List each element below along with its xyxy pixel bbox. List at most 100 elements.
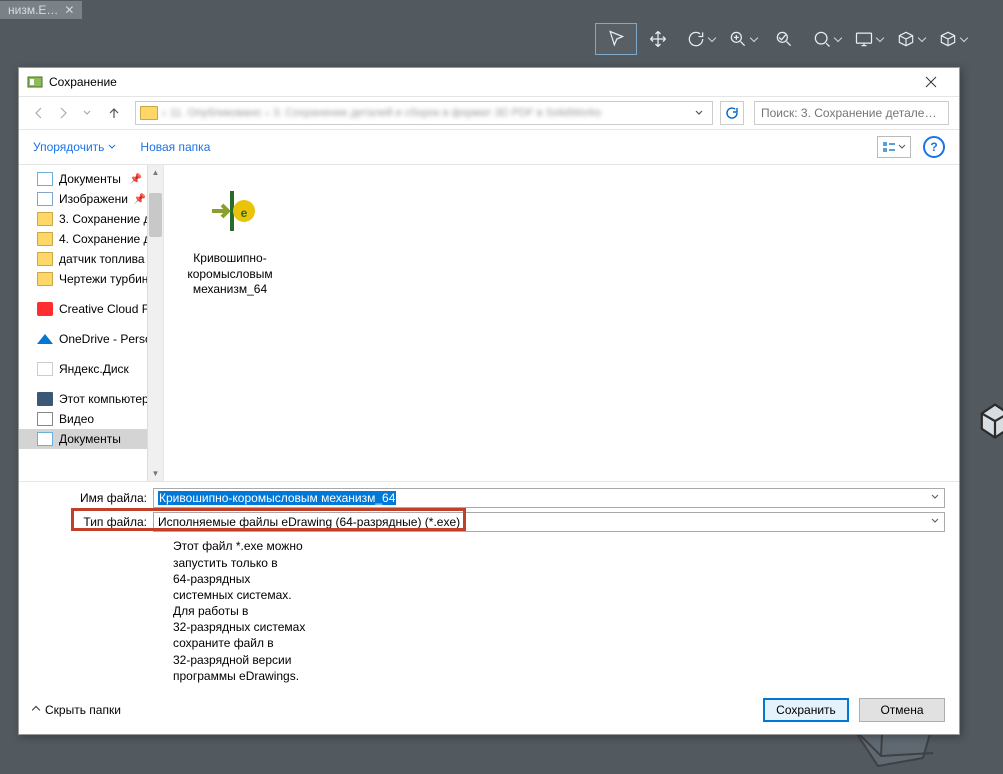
tree-item[interactable]: датчик топлива bbox=[19, 249, 149, 269]
back-button[interactable] bbox=[29, 103, 49, 123]
arrow-up-icon bbox=[107, 106, 121, 120]
monitor-icon bbox=[854, 29, 874, 49]
filetype-select[interactable]: Исполняемые файлы eDrawing (64-разрядные… bbox=[153, 512, 945, 532]
app-icon bbox=[27, 74, 43, 90]
tree-item-label: OneDrive - Persor bbox=[59, 332, 149, 346]
cancel-button[interactable]: Отмена bbox=[859, 698, 945, 722]
pan-tool-button[interactable] bbox=[637, 23, 679, 55]
chevron-down-icon bbox=[82, 108, 92, 118]
chevron-down-icon[interactable] bbox=[930, 491, 940, 505]
save-label: Сохранить bbox=[776, 703, 836, 717]
tree-item-label: 4. Сохранение д bbox=[59, 232, 149, 246]
search-field[interactable] bbox=[761, 106, 942, 120]
scroll-down-button[interactable]: ▼ bbox=[148, 466, 163, 481]
tree-item-label: Чертежи турбин bbox=[59, 272, 148, 286]
breadcrumb[interactable]: › 11. Опубликовано › 3. Сохранение детал… bbox=[135, 101, 713, 125]
tree-item[interactable]: Документы 📌 bbox=[19, 169, 149, 189]
tree-item[interactable]: Яндекс.Диск bbox=[19, 359, 149, 379]
zoom-fit-button[interactable] bbox=[763, 23, 805, 55]
document-tab-label: низм.Е… bbox=[8, 3, 58, 17]
hide-folders-label: Скрыть папки bbox=[45, 703, 121, 717]
save-button[interactable]: Сохранить bbox=[763, 698, 849, 722]
cube-wire-icon bbox=[938, 29, 958, 49]
history-dropdown[interactable] bbox=[77, 103, 97, 123]
title-bar: Сохранение bbox=[19, 68, 959, 96]
close-icon[interactable]: ✕ bbox=[64, 3, 74, 17]
body-split: ▲ ▼ Документы 📌 Изображени📌 3. Сохранение д… bbox=[19, 164, 959, 481]
view-icon bbox=[882, 141, 896, 153]
tree-item-label: Изображени bbox=[59, 192, 128, 206]
view-orientation-button[interactable] bbox=[931, 23, 973, 55]
footer: Имя файла: Кривошипно-коромысловым механ… bbox=[19, 481, 959, 734]
new-folder-button[interactable]: Новая папка bbox=[140, 140, 210, 154]
tree-item[interactable]: Видео bbox=[19, 409, 149, 429]
chevron-down-icon bbox=[108, 143, 116, 151]
section-view-button[interactable] bbox=[889, 23, 931, 55]
zoom-window-button[interactable] bbox=[805, 23, 847, 55]
forward-button[interactable] bbox=[53, 103, 73, 123]
save-dialog: Сохранение › 11. Опубликовано › 3. Сохра… bbox=[18, 67, 960, 735]
file-item[interactable]: e Кривошипно-коромысловым механизм_64 bbox=[180, 175, 280, 298]
arrow-left-icon bbox=[32, 106, 46, 120]
breadcrumb-dropdown[interactable] bbox=[690, 108, 708, 118]
tree-item[interactable]: Изображени📌 bbox=[19, 189, 149, 209]
command-row: Упорядочить Новая папка ? bbox=[19, 130, 959, 164]
chevron-up-icon bbox=[32, 706, 40, 714]
filename-input[interactable]: Кривошипно-коромысловым механизм_64 bbox=[153, 488, 945, 508]
scrollbar-thumb[interactable] bbox=[149, 193, 162, 237]
magnifier-plus-icon bbox=[728, 29, 748, 49]
move-icon bbox=[648, 29, 668, 49]
rotate-tool-button[interactable] bbox=[679, 23, 721, 55]
box-cut-icon bbox=[896, 29, 916, 49]
filename-row: Имя файла: Кривошипно-коромысловым механ… bbox=[33, 488, 945, 508]
tree-item-label: Creative Cloud Fil bbox=[59, 302, 149, 316]
view-mode-button[interactable] bbox=[877, 136, 911, 158]
tree-item-label: датчик топлива bbox=[59, 252, 145, 266]
tree-item[interactable]: Чертежи турбин bbox=[19, 269, 149, 289]
button-row: Скрыть папки Сохранить Отмена bbox=[33, 692, 945, 722]
tree-item[interactable]: Этот компьютер bbox=[19, 389, 149, 409]
help-label: ? bbox=[930, 140, 937, 154]
tree-item-label: Этот компьютер bbox=[59, 392, 149, 406]
refresh-button[interactable] bbox=[720, 101, 744, 125]
filename-label: Имя файла: bbox=[33, 491, 147, 505]
chevron-down-icon[interactable] bbox=[930, 515, 940, 529]
magnifier-fit-icon bbox=[774, 29, 794, 49]
nav-tree[interactable]: ▲ ▼ Документы 📌 Изображени📌 3. Сохранение д… bbox=[19, 165, 164, 481]
tree-item[interactable]: OneDrive - Persor bbox=[19, 329, 149, 349]
file-pane[interactable]: e Кривошипно-коромысловым механизм_64 bbox=[164, 165, 959, 481]
rotate-icon bbox=[686, 29, 706, 49]
up-button[interactable] bbox=[105, 104, 123, 122]
refresh-icon bbox=[725, 106, 739, 120]
tree-item[interactable]: Документы bbox=[19, 429, 149, 449]
display-style-button[interactable] bbox=[847, 23, 889, 55]
help-button[interactable]: ? bbox=[923, 136, 945, 158]
zoom-tool-button[interactable] bbox=[721, 23, 763, 55]
pin-icon: 📌 bbox=[130, 174, 145, 185]
hide-folders-button[interactable]: Скрыть папки bbox=[33, 703, 121, 717]
search-input[interactable] bbox=[754, 101, 949, 125]
cancel-label: Отмена bbox=[880, 703, 923, 717]
organize-button[interactable]: Упорядочить bbox=[33, 140, 116, 154]
tree-item[interactable]: 3. Сохранение д bbox=[19, 209, 149, 229]
chevron-down-icon bbox=[833, 34, 841, 42]
magnifier-icon bbox=[812, 29, 832, 49]
folder-icon bbox=[140, 106, 158, 120]
filetype-value: Исполняемые файлы eDrawing (64-разрядные… bbox=[158, 515, 460, 529]
tree-item-label: 3. Сохранение д bbox=[59, 212, 149, 226]
organize-label: Упорядочить bbox=[33, 140, 104, 154]
scroll-up-button[interactable]: ▲ bbox=[148, 165, 163, 180]
chevron-down-icon bbox=[959, 34, 967, 42]
tree-item[interactable]: Creative Cloud Fil bbox=[19, 299, 149, 319]
chevron-down-icon bbox=[749, 34, 757, 42]
new-folder-label: Новая папка bbox=[140, 140, 210, 154]
app-tab-bar: низм.Е… ✕ bbox=[0, 0, 1003, 20]
chevron-down-icon bbox=[898, 143, 906, 151]
filename-value: Кривошипно-коромысловым механизм_64 bbox=[158, 491, 396, 505]
cursor-icon bbox=[606, 29, 626, 49]
cursor-tool-button[interactable] bbox=[595, 23, 637, 55]
tree-item[interactable]: 4. Сохранение д bbox=[19, 229, 149, 249]
tree-item-label: Документы bbox=[59, 172, 121, 186]
close-button[interactable] bbox=[911, 72, 951, 92]
document-tab[interactable]: низм.Е… ✕ bbox=[0, 1, 82, 19]
